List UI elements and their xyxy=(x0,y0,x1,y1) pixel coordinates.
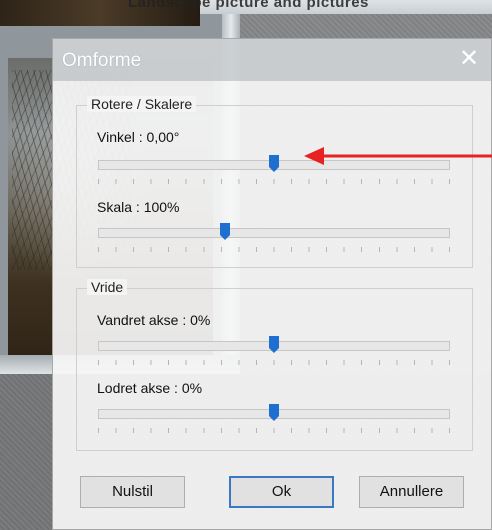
close-button[interactable]: ✕ xyxy=(447,39,491,81)
red-arrow-icon xyxy=(304,147,492,165)
ok-button[interactable]: Ok xyxy=(229,476,334,508)
vertical-axis-slider-ticks xyxy=(98,428,450,433)
horizontal-axis-slider[interactable] xyxy=(98,336,450,367)
vertical-axis-slider-thumb[interactable] xyxy=(269,404,279,421)
horizontal-axis-slider-thumb[interactable] xyxy=(269,336,279,353)
horizontal-axis-label: Vandret akse : 0% xyxy=(97,312,211,328)
vertical-axis-slider[interactable] xyxy=(98,404,450,435)
skew-group: Vride Vandret akse : 0% Lodret akse : 0% xyxy=(76,279,473,451)
red-arrow-head xyxy=(304,147,324,165)
scale-label: Skala : 100% xyxy=(97,199,180,215)
cancel-button[interactable]: Annullere xyxy=(359,476,464,508)
close-icon: ✕ xyxy=(458,45,480,72)
angle-label: Vinkel : 0,00° xyxy=(97,129,180,145)
background-window-caption: Landscape picture and pictures xyxy=(128,0,369,11)
horizontal-axis-slider-ticks xyxy=(98,360,450,365)
skew-legend: Vride xyxy=(87,279,128,295)
rotate-scale-group: Rotere / Skalere Vinkel : 0,00° Skala : … xyxy=(76,96,473,268)
vertical-axis-label: Lodret akse : 0% xyxy=(97,380,203,396)
angle-slider-ticks xyxy=(98,179,450,184)
dialog-title: Omforme xyxy=(62,50,142,71)
transform-dialog: Omforme ✕ Rotere / Skalere Vinkel : 0,00… xyxy=(52,38,492,530)
rotate-scale-legend: Rotere / Skalere xyxy=(87,96,197,112)
scale-slider-ticks xyxy=(98,247,450,252)
scale-slider-track[interactable] xyxy=(98,228,450,238)
scale-slider[interactable] xyxy=(98,223,450,254)
scale-slider-thumb[interactable] xyxy=(219,223,230,240)
angle-slider-thumb[interactable] xyxy=(269,155,279,172)
reset-button[interactable]: Nulstil xyxy=(80,476,185,508)
dialog-titlebar[interactable]: Omforme ✕ xyxy=(53,39,491,81)
